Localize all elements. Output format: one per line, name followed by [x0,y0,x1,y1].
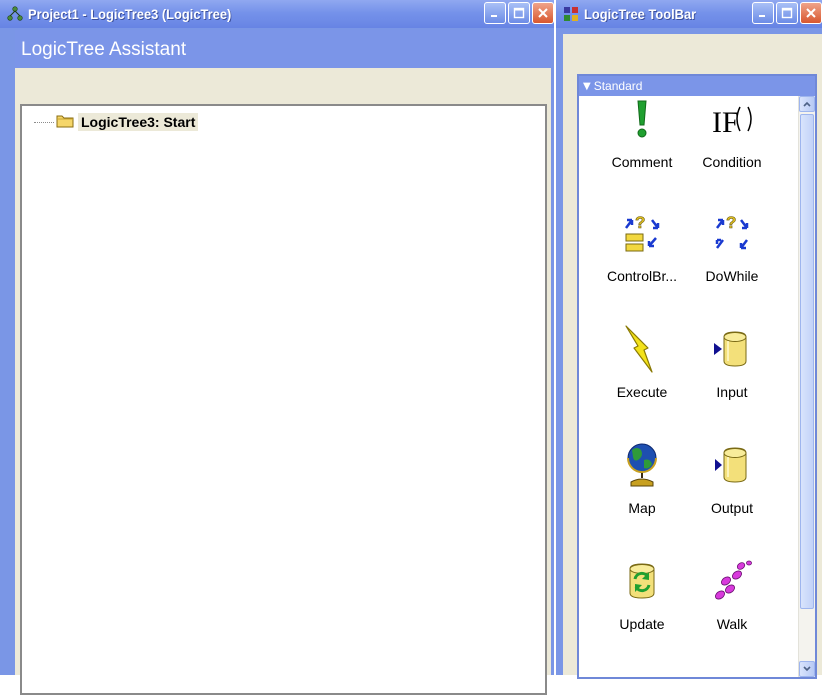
tool-label: Output [710,500,754,516]
tool-do-while[interactable]: ? DoWhile [687,208,777,318]
tool-label: ControlBr... [606,268,678,284]
tool-execute[interactable]: Execute [597,324,687,434]
maximize-icon [781,7,793,19]
tool-map[interactable]: Map [597,440,687,550]
tree-connector [34,121,54,123]
exclamation-icon [597,94,687,144]
globe-icon [597,440,687,490]
close-icon [538,8,548,18]
group-label: Standard [593,79,643,93]
project-window-titlebar[interactable]: Project1 - LogicTree3 (LogicTree) [0,0,554,28]
chevron-up-icon [803,101,811,107]
toolbar-close-button[interactable] [800,2,822,24]
lightning-icon [597,324,687,374]
project-window: Project1 - LogicTree3 (LogicTree) LogicT… [0,0,554,695]
update-cylinder-icon [597,556,687,606]
tool-label: Condition [702,154,762,170]
tree-node-start[interactable]: LogicTree3: Start [34,112,199,132]
input-cylinder-icon [687,324,777,374]
close-button[interactable] [532,2,554,24]
toolbar-grid-icon [562,5,580,23]
tool-control-break[interactable]: ? ControlBr... [597,208,687,318]
assistant-header: LogicTree Assistant [15,30,551,68]
tool-comment[interactable]: Comment [597,94,687,204]
minimize-button[interactable] [484,2,506,24]
svg-text:?: ? [726,213,736,232]
tool-label: DoWhile [705,268,759,284]
tool-label: Execute [616,384,668,400]
tool-palette: ▼ Standard Comment IF Condition ? Contro… [577,74,817,679]
tool-label: Map [628,500,656,516]
project-window-title: Project1 - LogicTree3 (LogicTree) [28,6,232,22]
if-icon: IF [687,94,777,144]
assistant-header-title: LogicTree Assistant [21,39,187,60]
project-tree-icon [6,5,24,23]
folder-icon [56,113,74,132]
minimize-icon [759,15,765,17]
tool-palette-scrollbar[interactable] [798,96,815,677]
close-icon [806,8,816,18]
maximize-icon [513,7,525,19]
tool-update[interactable]: Update [597,556,687,666]
tool-condition[interactable]: IF Condition [687,94,777,204]
project-window-client: LogicTree Assistant LogicTree3: Start [15,30,551,695]
toolbar-minimize-button[interactable] [752,2,774,24]
group-header-standard[interactable]: ▼ Standard [579,76,815,96]
control-break-icon: ? [597,208,687,258]
tree-node-label: LogicTree3: Start [78,113,199,131]
tool-input[interactable]: Input [687,324,777,434]
footprints-icon [687,556,777,606]
tool-walk[interactable]: Walk [687,556,777,666]
output-cylinder-icon [687,440,777,490]
toolbar-window-titlebar[interactable]: LogicTree ToolBar [556,0,822,28]
tool-label: Walk [716,616,748,632]
tool-label: Comment [611,154,673,170]
toolbar-window: LogicTree ToolBar ▼ Standard Comment IF … [556,0,822,679]
tool-output[interactable]: Output [687,440,777,550]
toolbar-window-title: LogicTree ToolBar [584,6,697,22]
svg-text:?: ? [635,213,645,232]
maximize-button[interactable] [508,2,530,24]
svg-text:IF: IF [712,106,739,139]
chevron-down-icon: ▼ [583,80,591,92]
scroll-up-button[interactable] [799,96,815,112]
do-while-icon: ? [687,208,777,258]
logic-tree-view[interactable]: LogicTree3: Start [20,104,547,695]
chevron-down-icon [803,666,811,672]
toolbar-maximize-button[interactable] [776,2,798,24]
minimize-icon [491,15,497,17]
tool-label: Input [716,384,748,400]
toolbar-window-client: ▼ Standard Comment IF Condition ? Contro… [563,34,822,679]
tool-label: Update [619,616,665,632]
scroll-thumb[interactable] [800,114,814,609]
